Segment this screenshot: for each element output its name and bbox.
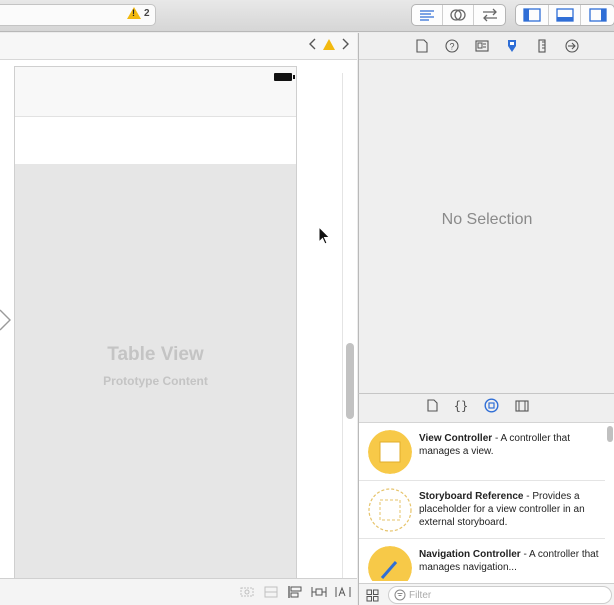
navigator-toggle-button[interactable]	[516, 5, 549, 25]
status-bar	[15, 67, 296, 117]
issue-warning-icon[interactable]	[323, 38, 335, 50]
tab-size-inspector[interactable]	[534, 38, 550, 54]
help-icon: ?	[445, 39, 459, 53]
warning-badge[interactable]: 2	[127, 7, 150, 19]
tab-identity-inspector[interactable]	[474, 38, 490, 54]
utilities-toggle-button[interactable]	[581, 5, 614, 25]
library-item-title: Storyboard Reference	[419, 491, 524, 502]
navigation-controller-icon	[368, 546, 412, 581]
align-icon[interactable]	[287, 585, 303, 599]
table-view-subtitle: Prototype Content	[103, 374, 208, 388]
no-selection-message: No Selection	[441, 211, 533, 228]
table-view[interactable]: Table View Prototype Content	[15, 164, 296, 601]
size-inspector-icon	[538, 39, 546, 53]
inspector-tab-bar: ?	[359, 33, 614, 60]
object-library-icon	[483, 398, 499, 413]
svg-text:?: ?	[449, 42, 454, 52]
canvas-vertical-scrollbar[interactable]	[346, 343, 354, 419]
tab-object-library[interactable]	[483, 398, 499, 418]
svg-text:{}: {}	[454, 399, 468, 412]
code-snippet-icon: {}	[453, 399, 468, 413]
list-item-navigation-controller[interactable]: Navigation Controller - A controller tha…	[359, 539, 605, 581]
library-item-title: View Controller	[419, 433, 493, 444]
mouse-pointer-icon	[318, 226, 331, 245]
tab-connections-inspector[interactable]	[564, 38, 580, 54]
library-item-title: Navigation Controller	[419, 549, 521, 560]
tab-file-template-library[interactable]	[426, 399, 438, 417]
identity-inspector-icon	[475, 40, 489, 52]
tab-media-library[interactable]	[514, 399, 529, 417]
library-vertical-scrollbar[interactable]	[607, 426, 613, 442]
standard-editor-icon	[420, 10, 434, 21]
version-editor-icon	[482, 8, 497, 22]
canvas-divider	[342, 73, 343, 578]
list-item-view-controller[interactable]: View Controller - A controller that mana…	[359, 423, 605, 481]
pin-icon[interactable]	[311, 585, 327, 599]
table-view-title: Table View	[107, 344, 204, 365]
filter-icon	[394, 589, 406, 601]
storyboard-canvas[interactable]: Table View Prototype Content	[0, 33, 357, 602]
editor-mode-segmented-control	[411, 4, 506, 26]
battery-icon	[274, 73, 295, 81]
list-item-storyboard-reference[interactable]: Storyboard Reference - Provides a placeh…	[359, 481, 605, 539]
jump-bar	[0, 33, 357, 60]
library-filter-input[interactable]: Filter	[388, 586, 612, 604]
assistant-editor-icon	[450, 9, 466, 21]
tab-quick-help[interactable]: ?	[444, 38, 460, 54]
tab-code-snippet-library[interactable]: {}	[453, 399, 468, 417]
toolbar: 2	[0, 0, 614, 32]
canvas-bottom-bar	[0, 578, 357, 605]
view-controller-icon	[368, 430, 412, 474]
update-frames-icon[interactable]	[239, 585, 255, 599]
navigation-bar[interactable]	[15, 117, 296, 164]
object-library-list[interactable]: View Controller - A controller that mana…	[359, 423, 605, 581]
assistant-editor-button[interactable]	[443, 5, 474, 25]
media-library-icon	[514, 400, 529, 412]
panel-toggle-segmented-control	[515, 4, 614, 26]
table-view-controller-scene[interactable]: Table View Prototype Content	[14, 66, 297, 602]
library-filter-bar: Filter	[359, 583, 614, 605]
utilities-toggle-icon	[589, 8, 607, 22]
issue-navigation	[309, 38, 349, 50]
tab-attributes-inspector[interactable]	[504, 38, 520, 54]
storyboard-reference-icon	[368, 488, 412, 532]
stack-icon[interactable]	[263, 585, 279, 599]
resolve-issues-icon[interactable]	[335, 585, 351, 599]
warning-count: 2	[144, 7, 150, 19]
standard-editor-button[interactable]	[412, 5, 443, 25]
tab-file-inspector[interactable]	[414, 38, 430, 54]
file-template-icon	[426, 399, 438, 412]
debug-area-toggle-button[interactable]	[549, 5, 582, 25]
version-editor-button[interactable]	[474, 5, 505, 25]
attributes-inspector-icon	[508, 40, 516, 52]
filter-placeholder: Filter	[409, 590, 432, 601]
connections-inspector-icon	[565, 39, 579, 53]
warning-icon	[127, 7, 141, 19]
object-library-pane: {} View Controller - A controller that m…	[358, 393, 614, 605]
file-inspector-icon	[416, 39, 428, 53]
debug-area-toggle-icon	[555, 8, 574, 22]
previous-issue-icon[interactable]	[309, 38, 317, 50]
inspector-pane: ? No Selection	[358, 33, 614, 393]
grid-view-icon[interactable]	[366, 589, 379, 602]
segue-arrow-icon[interactable]	[0, 308, 14, 332]
navigator-toggle-icon	[523, 8, 541, 22]
next-issue-icon[interactable]	[341, 38, 349, 50]
library-tab-bar: {}	[359, 394, 614, 423]
